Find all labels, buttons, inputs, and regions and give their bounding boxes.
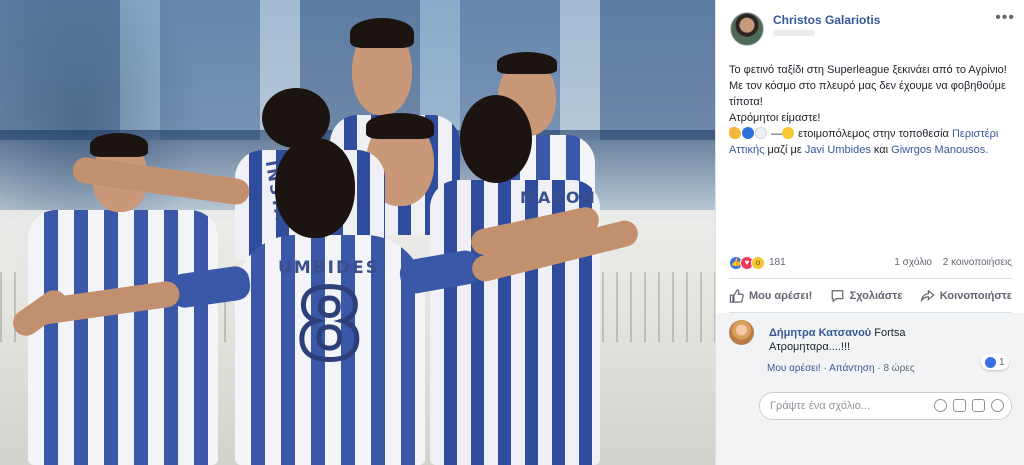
comments-count[interactable]: 1 σχόλιο	[894, 257, 932, 268]
comment-like-icon	[985, 356, 996, 368]
comment-text-second: Ατρομηταρα....!!!	[769, 341, 851, 353]
post-actions: Μου αρέσει! Σχολιάστε Κοινοποιήστε	[729, 285, 1012, 307]
share-button[interactable]: Κοινοποιήστε	[920, 285, 1012, 307]
post-line-1: Το φετινό ταξίδι στη Superleague ξεκινάε…	[729, 64, 1007, 76]
share-label: Κοινοποιήστε	[939, 290, 1012, 302]
meta-separator: ·	[823, 363, 827, 374]
player-back-right-head	[460, 95, 532, 183]
like-button[interactable]: Μου αρέσει!	[729, 285, 812, 307]
jersey-name-mason: MASON	[520, 188, 597, 207]
post-activity: — ετοιμοπόλεμος στην τοποθεσία Περιστέρι…	[729, 126, 1012, 158]
divider-bottom	[729, 312, 1012, 313]
more-options-icon[interactable]: •••	[995, 10, 1015, 26]
comment-icon	[831, 290, 843, 303]
wow-reaction-icon: o	[751, 256, 765, 270]
camera-icon[interactable]	[953, 399, 966, 412]
share-icon	[920, 289, 935, 302]
shares-count[interactable]: 2 κοινοποιήσεις	[943, 257, 1012, 268]
commenter-name[interactable]: Δήμητρα Κατσανού	[769, 327, 871, 339]
composer-tools	[934, 399, 1004, 412]
reaction-summary: 👍 ♥ o 181 1 σχόλιο 2 κοινοποιήσεις	[729, 256, 1012, 270]
smile-feeling-icon	[782, 127, 795, 139]
player-front-head	[275, 138, 355, 238]
like-label: Μου αρέσει!	[749, 290, 813, 302]
reaction-count[interactable]: 181	[769, 257, 786, 268]
post-header: Christos Galariotis •••	[730, 10, 1015, 48]
comment-meta: Μου αρέσει! · Απάντηση · 8 ώρες	[767, 363, 915, 374]
and-word: και	[873, 144, 889, 156]
comment-text-first: Fortsa	[874, 327, 906, 339]
player-top-hair	[350, 18, 414, 48]
player-center-hair	[366, 113, 434, 139]
post-photo[interactable]: INSTA MASON UMBIDES 8	[0, 0, 715, 465]
jersey-number: 8	[294, 268, 366, 383]
sticker-icon[interactable]	[991, 399, 1004, 412]
comment-label: Σχολιάστε	[849, 290, 903, 302]
activity-dash: —	[771, 128, 783, 140]
comment-reply-link[interactable]: Απάντηση	[829, 363, 874, 374]
comment-like-link[interactable]: Μου αρέσει!	[767, 363, 821, 374]
player-right-back-hair	[497, 52, 557, 74]
post-text: Το φετινό ταξίδι στη Superleague ξεκινάε…	[729, 62, 1012, 158]
comment-like-badge[interactable]: 1	[981, 354, 1009, 370]
post-line-2: Με τον κόσμο στο πλευρό μας δεν έχουμε ν…	[729, 80, 1006, 108]
comment-time: 8 ώρες	[883, 363, 915, 374]
commenter-avatar[interactable]	[729, 320, 754, 345]
emoji-icon[interactable]	[934, 399, 947, 412]
thumbs-up-icon	[729, 289, 744, 303]
with-word: μαζί με	[767, 144, 802, 156]
player-left-hair	[90, 133, 148, 157]
tagged-user-2[interactable]: Giwrgos Manousos.	[891, 144, 988, 156]
post-line-3: Ατρόμητοι είμαστε!	[729, 112, 821, 124]
comment-button[interactable]: Σχολιάστε	[830, 285, 903, 307]
gif-icon[interactable]	[972, 399, 985, 412]
divider-top	[729, 278, 1012, 279]
player-left-shirt	[28, 210, 218, 465]
post-panel: Christos Galariotis ••• Το φετινό ταξίδι…	[715, 0, 1024, 465]
comment-like-count: 1	[999, 356, 1005, 368]
white-circle-emoji-icon	[755, 127, 767, 139]
comment-composer: Γράψτε ένα σχόλιο...	[729, 392, 1012, 420]
meta-separator: ·	[877, 363, 881, 374]
blue-circle-emoji-icon	[742, 127, 754, 139]
muscle-emoji-icon	[729, 127, 741, 139]
author-avatar[interactable]	[730, 12, 764, 46]
post-timestamp-placeholder	[773, 30, 815, 36]
comment-bubble: Δήμητρα Κατσανού Fortsa Ατρομηταρα....!!…	[759, 321, 994, 357]
activity-feeling: ετοιμοπόλεμος στην τοποθεσία	[798, 128, 949, 140]
tagged-user-1[interactable]: Javi Umbides	[805, 144, 871, 156]
author-name[interactable]: Christos Galariotis	[773, 13, 880, 27]
